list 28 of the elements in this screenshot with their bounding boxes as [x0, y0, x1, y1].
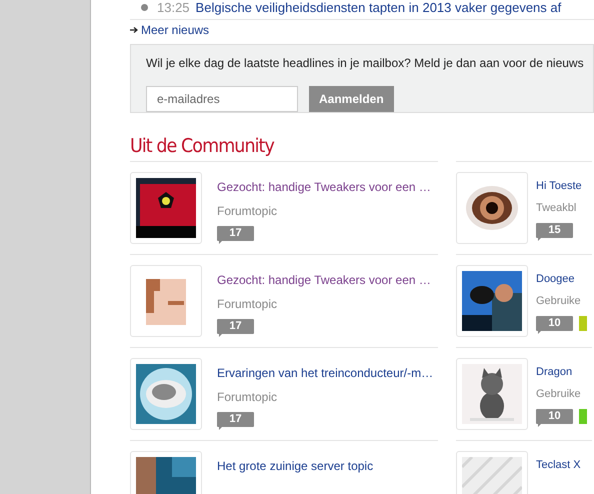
- section-heading: Uit de Community: [130, 134, 276, 159]
- topic-type: Forumtopic: [217, 202, 278, 220]
- comment-count: 10: [536, 408, 573, 424]
- comment-count: 17: [217, 318, 254, 334]
- topic-title-link[interactable]: Gezocht: handige Tweakers voor een …: [217, 270, 431, 288]
- topic-type: Forumtopic: [217, 296, 278, 312]
- topic-type: Gebruike: [536, 294, 582, 309]
- news-headline-link[interactable]: Belgische veiligheidsdiensten tapten in 2013 vaker gegevens af: [196, 0, 562, 18]
- topic-type: Tweakbl: [536, 201, 578, 216]
- topic-type: Gebruike: [536, 387, 582, 402]
- news-time: 13:25: [157, 0, 190, 17]
- topic-title-link[interactable]: Doogee: [536, 270, 587, 287]
- topic-type: Forumtopic: [217, 388, 278, 406]
- topic-title-link[interactable]: Hi Toeste: [536, 178, 582, 194]
- bullet-icon: [141, 4, 148, 11]
- comment-count: 15: [536, 222, 573, 238]
- topic-title-link[interactable]: Gezocht: handige Tweakers voor een …: [217, 178, 431, 196]
- arrow-icon: [130, 27, 138, 33]
- comment-count: 10: [536, 316, 573, 330]
- topic-title-link[interactable]: Het grote zuinige server topic: [217, 456, 374, 474]
- email-field[interactable]: e-mailadres: [146, 86, 298, 112]
- comment-count: 17: [217, 412, 254, 426]
- topic-title-link[interactable]: Ervaringen van het treinconducteur/-m…: [217, 364, 434, 382]
- more-news-link[interactable]: Meer nieuws: [141, 21, 210, 39]
- newsletter-text: Wil je elke dag de laatste headlines in je mailbox? Meld je dan aan voor de nieuws: [146, 55, 585, 72]
- comment-count: 17: [217, 226, 254, 240]
- topic-title-link[interactable]: Teclast X: [536, 456, 581, 473]
- topic-title-link[interactable]: Dragon: [536, 364, 587, 380]
